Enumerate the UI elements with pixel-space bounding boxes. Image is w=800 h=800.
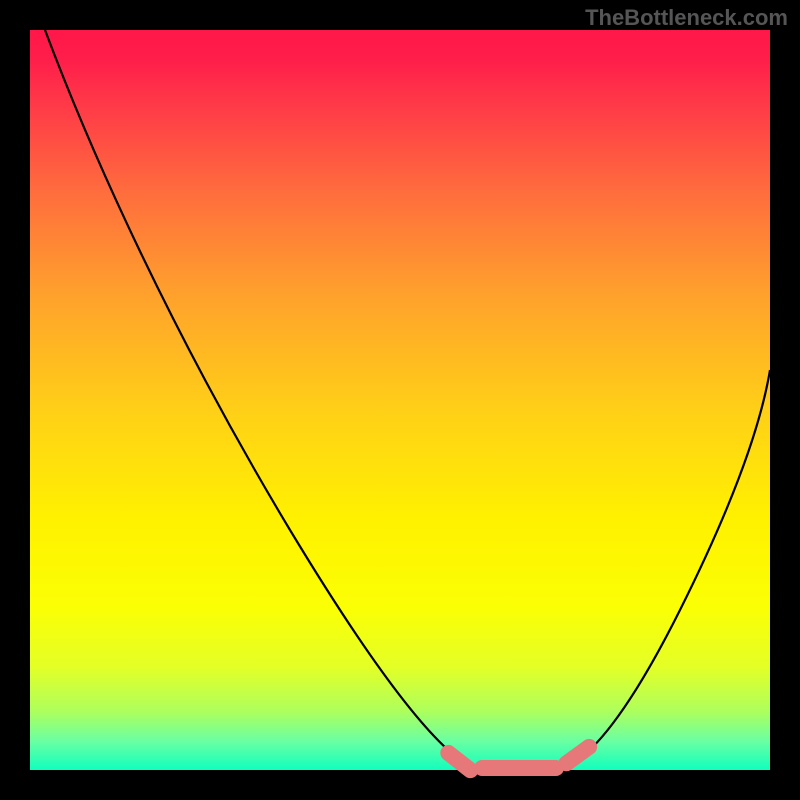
left-branch-curve <box>45 30 474 767</box>
right-branch-curve <box>563 370 770 767</box>
highlight-seg-mid <box>474 760 564 776</box>
attribution-text: TheBottleneck.com <box>585 5 788 31</box>
chart-area <box>30 30 770 770</box>
curve-layer <box>30 30 770 770</box>
